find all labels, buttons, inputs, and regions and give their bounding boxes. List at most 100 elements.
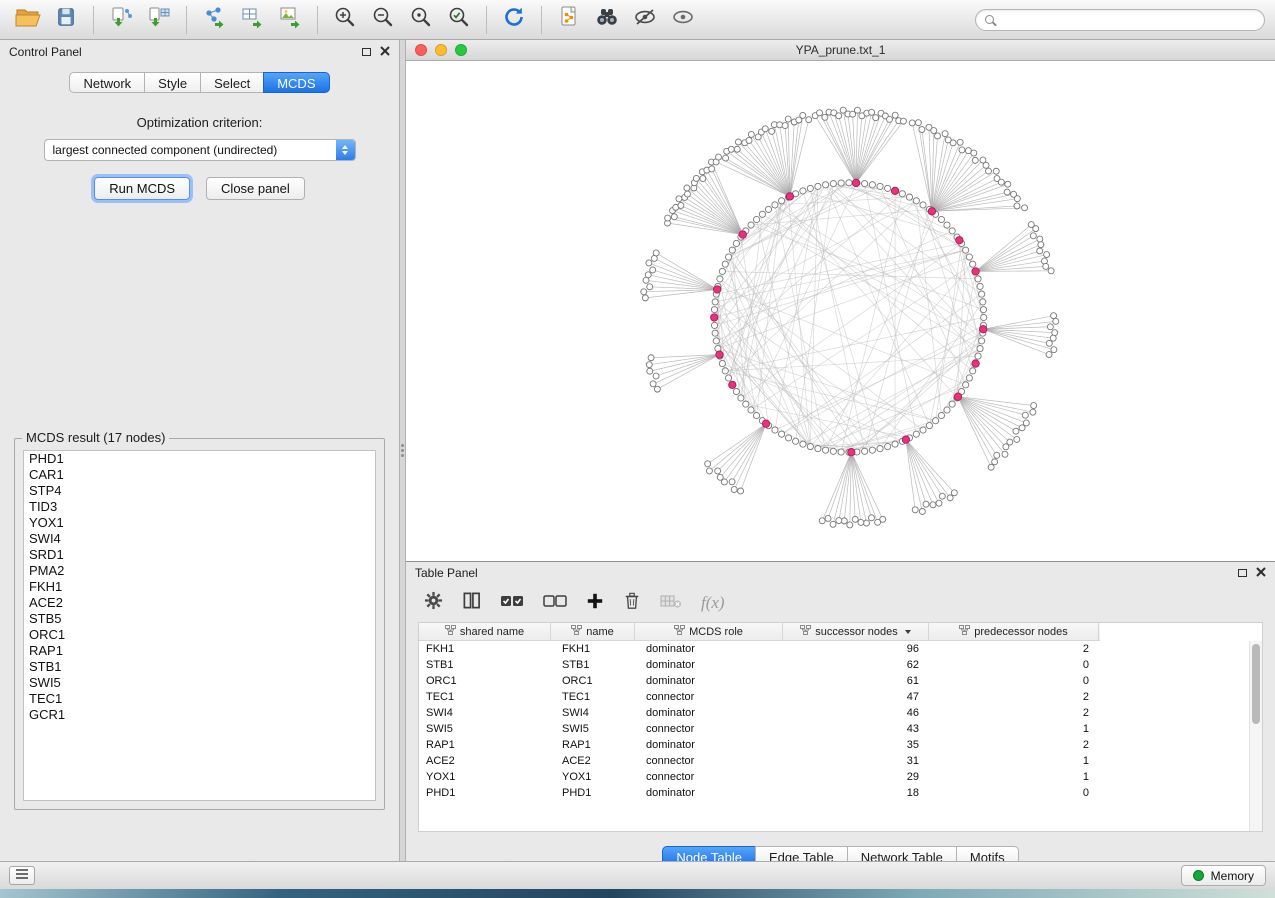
mcds-result-item[interactable]: PMA2: [24, 563, 375, 579]
zoom-in-button[interactable]: [327, 5, 363, 35]
column-header-name[interactable]: name: [551, 623, 635, 640]
export-network-button[interactable]: [196, 5, 232, 35]
cell-predecessor-nodes: 1: [929, 771, 1099, 783]
optimization-criterion-select[interactable]: largest connected component (undirected): [44, 139, 356, 161]
hide-selected-button[interactable]: [627, 5, 663, 35]
mcds-result-list[interactable]: PHD1CAR1STP4TID3YOX1SWI4SRD1PMA2FKH1ACE2…: [23, 450, 376, 801]
export-table-button[interactable]: [234, 5, 270, 35]
zoom-fit-button[interactable]: [441, 5, 477, 35]
mcds-result-item[interactable]: SWI4: [24, 531, 375, 547]
mcds-result-item[interactable]: CAR1: [24, 467, 375, 483]
table-row[interactable]: FKH1FKH1dominator962: [419, 641, 1262, 657]
find-network-button[interactable]: [589, 5, 625, 35]
document-share-icon: [558, 5, 580, 34]
column-header-successor-nodes[interactable]: successor nodes: [783, 623, 929, 640]
table-vertical-scrollbar[interactable]: [1249, 641, 1262, 831]
table-row[interactable]: SWI5SWI5connector431: [419, 721, 1262, 737]
network-graph[interactable]: [406, 61, 1275, 561]
float-table-panel-icon[interactable]: [1238, 569, 1247, 577]
network-view[interactable]: [406, 61, 1275, 561]
apply-layout-button[interactable]: [496, 5, 532, 35]
close-window-icon[interactable]: [415, 44, 427, 56]
mcds-result-item[interactable]: TEC1: [24, 691, 375, 707]
control-panel-title: Control Panel: [9, 45, 82, 59]
show-graphics-button[interactable]: [665, 5, 701, 35]
cell-successor-nodes: 96: [783, 643, 929, 655]
share-network-document-button[interactable]: [551, 5, 587, 35]
add-column-button[interactable]: [586, 592, 604, 615]
trash-icon: [623, 591, 641, 616]
global-search-box[interactable]: [975, 9, 1265, 31]
optimization-criterion-label: Optimization criterion:: [0, 115, 399, 130]
toolbar-separator: [93, 6, 94, 34]
mcds-result-item[interactable]: RAP1: [24, 643, 375, 659]
minimize-window-icon[interactable]: [435, 44, 447, 56]
mcds-result-item[interactable]: PHD1: [24, 451, 375, 467]
mcds-result-item[interactable]: GCR1: [24, 707, 375, 723]
open-file-button[interactable]: [10, 5, 46, 35]
memory-status-icon: [1193, 870, 1204, 881]
float-panel-icon[interactable]: [362, 48, 371, 56]
column-header-MCDS-role[interactable]: MCDS role: [635, 623, 783, 640]
close-panel-button[interactable]: Close panel: [206, 177, 305, 200]
mcds-result-item[interactable]: ORC1: [24, 627, 375, 643]
tab-mcds[interactable]: MCDS: [263, 72, 329, 93]
column-tree-icon: [445, 625, 456, 638]
main-toolbar: [0, 0, 1275, 40]
node-table[interactable]: shared namenameMCDS rolesuccessor nodesp…: [418, 622, 1263, 832]
toolbar-separator: [186, 6, 187, 34]
mcds-result-item[interactable]: STP4: [24, 483, 375, 499]
table-row[interactable]: ORC1ORC1dominator610: [419, 673, 1262, 689]
show-columns-button[interactable]: [462, 591, 481, 615]
cell-shared-name: TEC1: [419, 691, 551, 703]
cell-shared-name: SWI4: [419, 707, 551, 719]
cell-name: SWI4: [551, 707, 635, 719]
maximize-window-icon[interactable]: [455, 44, 467, 56]
mcds-result-item[interactable]: SWI5: [24, 675, 375, 691]
import-table-button[interactable]: [141, 5, 177, 35]
column-header-shared-name[interactable]: shared name: [419, 623, 551, 640]
mcds-result-item[interactable]: ACE2: [24, 595, 375, 611]
network-window-titlebar[interactable]: YPA_prune.txt_1: [406, 40, 1275, 61]
select-all-columns-button[interactable]: [500, 593, 524, 614]
zoom-out-button[interactable]: [365, 5, 401, 35]
network-window: YPA_prune.txt_1: [406, 40, 1275, 562]
zoom-actual-size-button[interactable]: [403, 5, 439, 35]
table-row[interactable]: YOX1YOX1connector291: [419, 769, 1262, 785]
close-panel-icon[interactable]: [380, 45, 390, 59]
memory-label: Memory: [1211, 869, 1254, 883]
export-image-button[interactable]: [272, 5, 308, 35]
mcds-result-item[interactable]: SRD1: [24, 547, 375, 563]
table-row[interactable]: TEC1TEC1connector472: [419, 689, 1262, 705]
table-row[interactable]: RAP1RAP1dominator352: [419, 737, 1262, 753]
splitter-handle-icon[interactable]: [401, 442, 404, 459]
search-input[interactable]: [1000, 13, 1255, 27]
table-row[interactable]: ACE2ACE2connector311: [419, 753, 1262, 769]
save-session-button[interactable]: [48, 5, 84, 35]
tab-network[interactable]: Network: [69, 72, 145, 93]
mcds-result-item[interactable]: STB1: [24, 659, 375, 675]
run-mcds-button[interactable]: Run MCDS: [94, 177, 190, 200]
tab-style[interactable]: Style: [144, 72, 201, 93]
column-header-predecessor-nodes[interactable]: predecessor nodes: [929, 623, 1099, 640]
delete-column-button[interactable]: [623, 591, 641, 616]
cell-shared-name: PHD1: [419, 787, 551, 799]
mcds-result-item[interactable]: TID3: [24, 499, 375, 515]
tab-select[interactable]: Select: [200, 72, 264, 93]
close-table-panel-icon[interactable]: [1256, 566, 1266, 580]
status-bar: Memory: [0, 861, 1275, 889]
memory-button[interactable]: Memory: [1181, 865, 1266, 886]
mcds-result-item[interactable]: STB5: [24, 611, 375, 627]
table-settings-button[interactable]: [424, 591, 443, 615]
mcds-result-item[interactable]: YOX1: [24, 515, 375, 531]
table-row[interactable]: STB1STB1dominator620: [419, 657, 1262, 673]
deselect-all-columns-button[interactable]: [543, 593, 567, 614]
import-network-button[interactable]: [103, 5, 139, 35]
panel-menu-button[interactable]: [9, 866, 35, 885]
sort-caret-icon[interactable]: [905, 630, 911, 634]
table-row[interactable]: SWI4SWI4dominator462: [419, 705, 1262, 721]
cell-predecessor-nodes: 1: [929, 755, 1099, 767]
mcds-result-item[interactable]: FKH1: [24, 579, 375, 595]
table-row[interactable]: PHD1PHD1dominator180: [419, 785, 1262, 801]
scrollbar-thumb[interactable]: [1252, 644, 1260, 724]
